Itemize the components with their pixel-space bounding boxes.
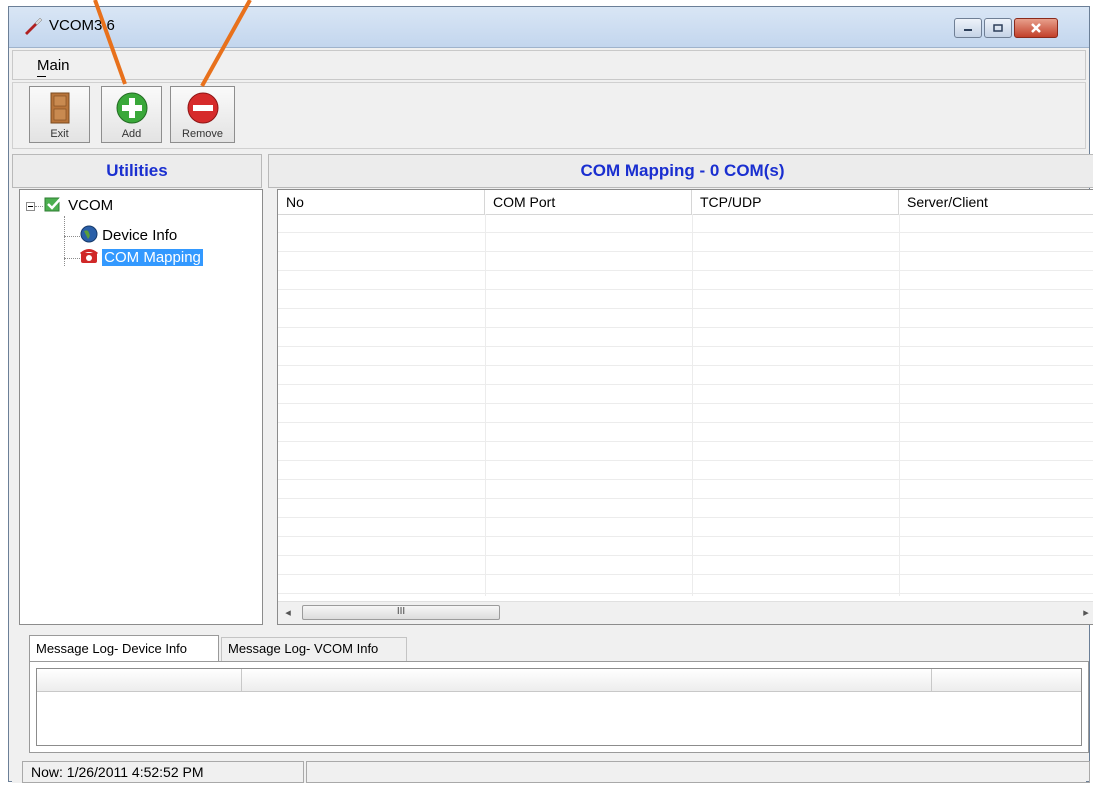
column-header[interactable]: No	[278, 190, 485, 214]
com-mapping-table[interactable]: No COM Port TCP/UDP Server/Client ◂ III …	[277, 189, 1093, 625]
log-column-header[interactable]	[37, 669, 242, 691]
status-pane-empty	[306, 761, 1090, 783]
tree-item-label: COM Mapping	[102, 249, 203, 266]
tree-item-label: VCOM	[68, 197, 114, 214]
add-label: Add	[121, 128, 142, 140]
globe-icon	[80, 225, 98, 243]
com-mapping-header: COM Mapping - 0 COM(s)	[268, 154, 1093, 188]
exit-label: Exit	[50, 128, 69, 140]
column-divider	[899, 214, 900, 596]
tree-item-label: Device Info	[102, 227, 178, 244]
tree-connector	[64, 258, 80, 259]
table-body	[278, 214, 1093, 596]
column-header[interactable]: COM Port	[485, 190, 692, 214]
scroll-left-icon[interactable]: ◂	[282, 606, 294, 620]
scroll-right-icon[interactable]: ▸	[1080, 606, 1092, 620]
tree-item-com-mapping[interactable]: COM Mapping	[80, 248, 203, 268]
utilities-header: Utilities	[12, 154, 262, 188]
tree-item-vcom[interactable]: VCOM	[44, 196, 113, 216]
status-bar: Now: 1/26/2011 4:52:52 PM	[12, 761, 1090, 783]
column-divider	[692, 214, 693, 596]
tree-connector	[35, 206, 43, 207]
tab-message-log-vcom-info[interactable]: Message Log- VCOM Info	[221, 637, 407, 661]
log-column-header[interactable]	[242, 669, 932, 691]
status-time: Now: 1/26/2011 4:52:52 PM	[22, 761, 304, 783]
tree-item-device-info[interactable]: Device Info	[80, 225, 177, 245]
tab-message-log-device-info[interactable]: Message Log- Device Info	[29, 635, 219, 661]
utilities-tree: VCOM Device Info COM Mapping	[19, 189, 263, 625]
table-header: No COM Port TCP/UDP Server/Client	[278, 190, 1093, 215]
horizontal-scrollbar[interactable]: ◂ III ▸	[278, 601, 1093, 624]
message-log-list[interactable]	[36, 668, 1082, 746]
scroll-thumb[interactable]: III	[302, 605, 500, 620]
column-header[interactable]: Server/Client	[899, 190, 1093, 214]
app-window: VCOM3.6 Main Exit Add Remove Utilities V…	[8, 6, 1093, 783]
annotation-arrows	[93, 0, 252, 87]
annotation-arrow-add	[93, 0, 127, 85]
collapse-toggle[interactable]	[26, 202, 35, 211]
message-log-panel	[29, 661, 1089, 753]
log-list-header	[37, 669, 1081, 692]
annotation-arrow-remove	[200, 0, 252, 87]
telephone-icon	[80, 249, 98, 263]
scroll-thumb-grip: III	[396, 606, 406, 617]
vcom-check-icon	[44, 196, 63, 212]
remove-label: Remove	[182, 128, 223, 140]
column-header[interactable]: TCP/UDP	[692, 190, 899, 214]
column-divider	[485, 214, 486, 596]
log-column-header[interactable]	[932, 669, 1082, 691]
tree-connector	[64, 236, 80, 237]
